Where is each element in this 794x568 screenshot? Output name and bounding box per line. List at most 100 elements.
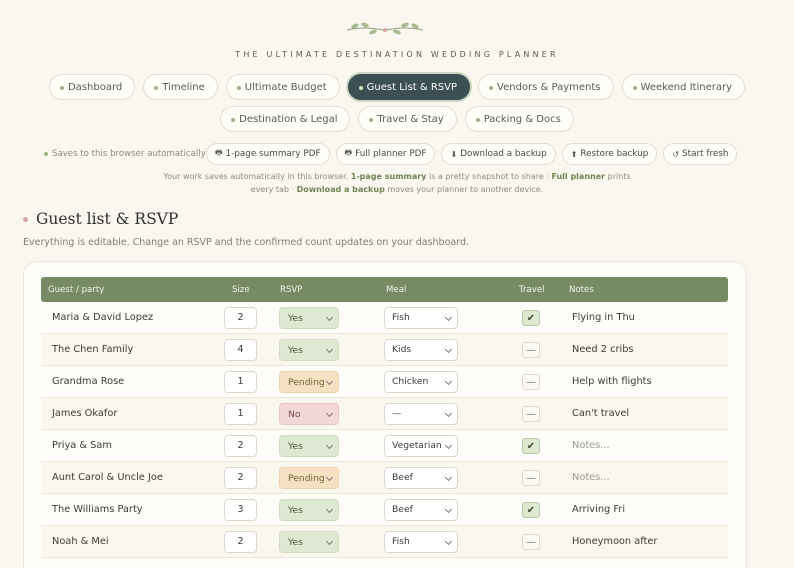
party-size-input[interactable]: 2 xyxy=(224,307,257,329)
chevron-down-icon xyxy=(325,377,334,386)
meal-value: Kids xyxy=(392,344,412,355)
section-heading: Guest list & RSVP xyxy=(23,210,178,228)
rsvp-select[interactable]: Pending xyxy=(279,467,339,489)
guest-name[interactable]: Noah & Mei xyxy=(52,536,109,547)
travel-checkbox[interactable]: — xyxy=(522,406,540,422)
travel-checkbox[interactable]: ✔ xyxy=(522,310,540,326)
table-header: Guest / party Size RSVP Meal Travel Note… xyxy=(41,277,728,302)
notes-input[interactable]: Help with flights xyxy=(572,376,652,387)
tab-weekend-itinerary[interactable]: Weekend Itinerary xyxy=(621,74,745,100)
guest-name[interactable]: Aunt Carol & Uncle Joe xyxy=(52,472,163,483)
rsvp-select[interactable]: Yes xyxy=(279,435,339,457)
tab-label: Weekend Itinerary xyxy=(640,81,732,93)
tab-destination-legal[interactable]: Destination & Legal xyxy=(220,106,351,132)
meal-select[interactable]: Kids xyxy=(384,339,458,361)
guest-name[interactable]: The Williams Party xyxy=(52,504,143,515)
chevron-down-icon xyxy=(325,441,334,450)
notes-input[interactable]: Can't travel xyxy=(572,408,629,419)
guest-name[interactable]: The Chen Family xyxy=(52,344,133,355)
chevron-down-icon xyxy=(444,377,453,386)
status-dot-icon xyxy=(44,152,48,156)
chevron-down-icon xyxy=(325,409,334,418)
notes-input[interactable]: Flying in Thu xyxy=(572,312,635,323)
guest-name[interactable]: James Okafor xyxy=(52,408,117,419)
rsvp-value: Pending xyxy=(288,473,325,484)
tab-label: Travel & Stay xyxy=(377,113,444,125)
tab-packing-docs[interactable]: Packing & Docs xyxy=(464,106,574,132)
restore-backup-button[interactable]: ⬆ Restore backup xyxy=(561,143,658,165)
chevron-down-icon xyxy=(444,345,453,354)
tab-travel-stay[interactable]: Travel & Stay xyxy=(358,106,457,132)
travel-checkbox[interactable]: — xyxy=(522,470,540,486)
chevron-down-icon xyxy=(325,537,334,546)
rsvp-select[interactable]: No xyxy=(279,403,339,425)
action-toolbar: 🖶 1-page summary PDF 🖶 Full planner PDF ⬇ D… xyxy=(206,143,738,165)
section-subtitle: Everything is editable. Change an RSVP a… xyxy=(23,237,470,248)
help-text: Your work saves automatically in this br… xyxy=(0,171,794,196)
guest-name[interactable]: Maria & David Lopez xyxy=(52,312,153,323)
rsvp-select[interactable]: Yes xyxy=(279,339,339,361)
notes-input[interactable]: Notes... xyxy=(572,472,610,483)
download-backup-button[interactable]: ⬇ Download a backup xyxy=(441,143,556,165)
rsvp-select[interactable]: Yes xyxy=(279,499,339,521)
tab-guest-list-rsvp[interactable]: Guest List & RSVP xyxy=(347,74,471,100)
printer-icon: 🖶 xyxy=(344,148,353,157)
summary-pdf-button[interactable]: 🖶 1-page summary PDF xyxy=(206,143,330,165)
tab-timeline[interactable]: Timeline xyxy=(143,74,218,100)
meal-select[interactable]: Vegetarian xyxy=(384,435,458,457)
notes-input[interactable]: Notes... xyxy=(572,440,610,451)
notes-input[interactable]: Need 2 cribs xyxy=(572,344,634,355)
party-size-input[interactable]: 2 xyxy=(224,531,257,553)
meal-select[interactable]: — xyxy=(384,403,458,425)
rsvp-select[interactable]: Yes xyxy=(279,531,339,553)
rsvp-value: Yes xyxy=(288,537,303,548)
party-size-input[interactable]: 2 xyxy=(224,435,257,457)
autosave-indicator: Saves to this browser automatically xyxy=(44,149,206,159)
full-planner-pdf-button[interactable]: 🖶 Full planner PDF xyxy=(335,143,436,165)
meal-select[interactable]: Chicken xyxy=(384,371,458,393)
bullet-icon xyxy=(632,86,637,90)
travel-checkbox[interactable]: — xyxy=(522,374,540,390)
meal-value: Vegetarian xyxy=(392,440,442,451)
table-row: Noah & Mei 2 Yes Fish — Honeymoon after xyxy=(41,526,728,558)
party-size-input[interactable]: 4 xyxy=(224,339,257,361)
party-size-input[interactable]: 2 xyxy=(224,467,257,489)
rsvp-select[interactable]: Yes xyxy=(279,307,339,329)
help-emphasis: Full planner xyxy=(551,172,606,181)
meal-select[interactable]: Fish xyxy=(384,531,458,553)
table-row: The Chen Family 4 Yes Kids — Need 2 cribs xyxy=(41,334,728,366)
section-dot-icon xyxy=(23,216,28,222)
rsvp-select[interactable]: Pending xyxy=(279,371,339,393)
tab-label: Destination & Legal xyxy=(239,113,338,125)
start-fresh-button[interactable]: ↺ Start fresh xyxy=(663,143,738,165)
printer-icon: 🖶 xyxy=(215,148,223,157)
guest-name[interactable]: Priya & Sam xyxy=(52,440,112,451)
meal-select[interactable]: Fish xyxy=(384,307,458,329)
meal-select[interactable]: Beef xyxy=(384,467,458,489)
tab-ultimate-budget[interactable]: Ultimate Budget xyxy=(225,74,340,100)
meal-value: Chicken xyxy=(392,376,429,387)
meal-value: Fish xyxy=(392,312,410,323)
bullet-icon xyxy=(154,86,159,90)
party-size-input[interactable]: 3 xyxy=(224,499,257,521)
party-size-input[interactable]: 1 xyxy=(224,371,257,393)
notes-input[interactable]: Arriving Fri xyxy=(572,504,625,515)
guest-name[interactable]: Grandma Rose xyxy=(52,376,124,387)
travel-checkbox[interactable]: ✔ xyxy=(522,502,540,518)
tab-dashboard[interactable]: Dashboard xyxy=(48,74,136,100)
meal-select[interactable]: Beef xyxy=(384,499,458,521)
section-title: Guest list & RSVP xyxy=(36,210,179,228)
chevron-down-icon xyxy=(444,537,453,546)
meal-value: Beef xyxy=(392,472,413,483)
notes-input[interactable]: Honeymoon after xyxy=(572,536,657,547)
tab-vendors-payments[interactable]: Vendors & Payments xyxy=(478,74,614,100)
travel-checkbox[interactable]: — xyxy=(522,534,540,550)
travel-checkbox[interactable]: — xyxy=(522,342,540,358)
laurel-logo xyxy=(346,22,424,35)
col-travel: Travel xyxy=(519,285,545,295)
party-size-input[interactable]: 1 xyxy=(224,403,257,425)
chevron-down-icon xyxy=(325,313,334,322)
table-row: Aunt Carol & Uncle Joe 2 Pending Beef — Notes… xyxy=(41,462,728,494)
travel-checkbox[interactable]: ✔ xyxy=(522,438,540,454)
tab-label: Packing & Docs xyxy=(483,113,561,125)
